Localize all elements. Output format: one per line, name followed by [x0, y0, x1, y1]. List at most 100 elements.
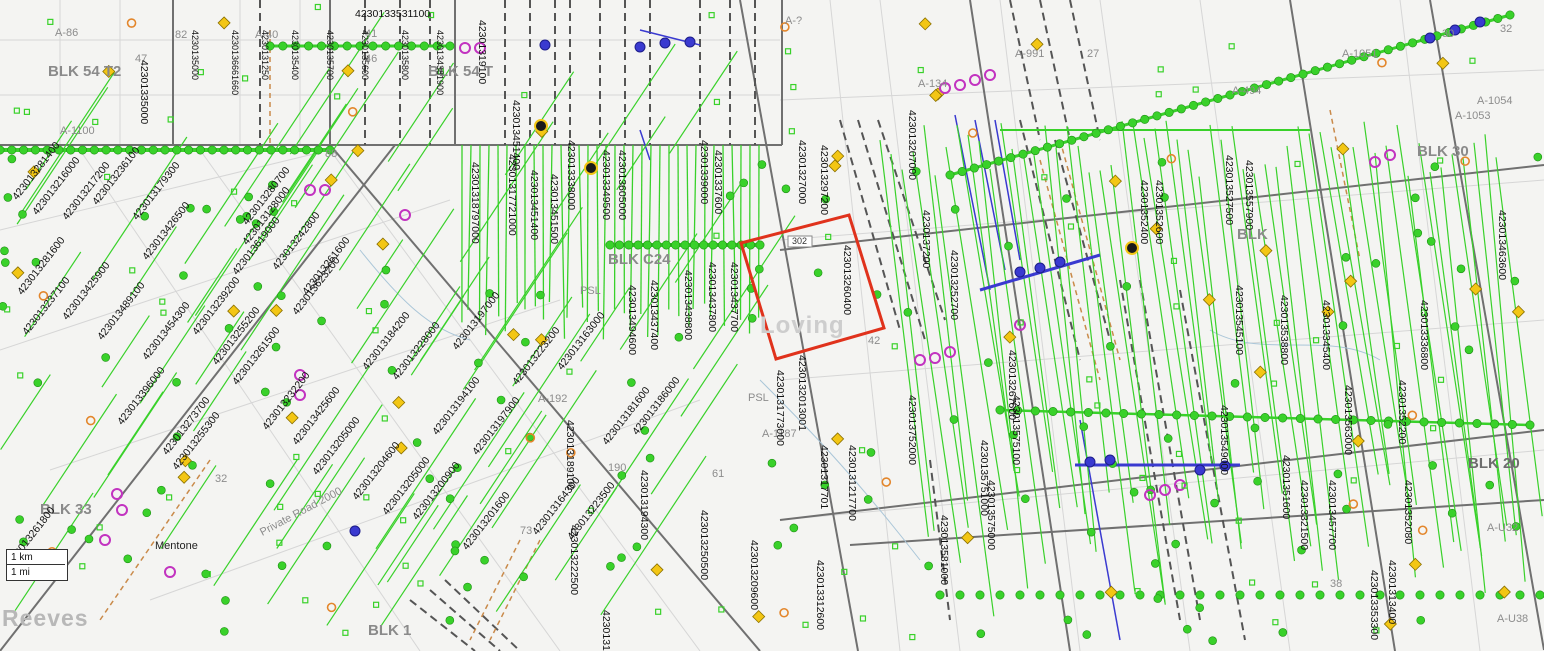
well-id-label[interactable]: 4230133531100	[355, 8, 430, 20]
well-id-label[interactable]: 4230135700	[325, 30, 335, 80]
well-id-label[interactable]: 423013438800	[682, 270, 694, 340]
well-dot	[419, 41, 429, 51]
lateral-line	[1088, 172, 1134, 503]
well-id-label[interactable]: 423013260400	[841, 245, 853, 315]
well-id-label[interactable]: 4230135600	[360, 30, 370, 80]
well-id-label[interactable]: 42301337600	[712, 150, 724, 214]
well-id-label[interactable]: 423013297200	[818, 145, 830, 215]
well-id-label[interactable]: 423013353300	[1368, 570, 1380, 640]
well-id-label[interactable]: 423013605000	[616, 150, 628, 220]
well-dot	[605, 240, 615, 250]
well-id-label[interactable]: 42301319100	[476, 20, 488, 84]
permit-diamond	[376, 237, 390, 251]
well-id-label[interactable]: 42301327000	[796, 140, 808, 204]
orange-well	[779, 607, 789, 618]
well-id-label[interactable]: 42301335000	[138, 60, 150, 124]
well-dot	[984, 358, 993, 367]
well-id-label[interactable]: 4230131773000	[774, 370, 786, 446]
well-id-label[interactable]: 4230134381900	[435, 30, 445, 95]
well-id-label[interactable]: 4230135400	[290, 30, 300, 80]
well-id-label[interactable]: 423013250500	[698, 510, 710, 580]
well-id-label[interactable]: 423013463600	[1496, 210, 1508, 280]
well-id-label[interactable]: 423013527500	[1223, 155, 1235, 225]
well-id-label[interactable]: 42301352400	[1138, 180, 1150, 244]
well-id-label[interactable]: 42301352200	[1396, 380, 1408, 444]
surface-location	[302, 597, 309, 604]
map-view[interactable]: BLK 54 T2 BLK 54 T BLK 33 BLK 1 BLK C24 …	[0, 0, 1544, 651]
well-id-label[interactable]: 423013437400	[648, 280, 660, 350]
well-id-label[interactable]: 42301317721000	[506, 154, 518, 236]
well-dot	[976, 629, 986, 638]
well-id-label[interactable]: 423013199400	[600, 610, 612, 651]
surface-location	[314, 3, 321, 11]
well-id-label[interactable]: 423013321500	[1298, 480, 1310, 550]
well-dot	[67, 525, 76, 534]
well-id-label[interactable]: 42301313400	[1386, 560, 1398, 624]
surface-location	[790, 83, 797, 91]
well-id-label[interactable]: 423013752000	[906, 395, 918, 465]
well-dot	[1048, 406, 1058, 416]
well-id-label[interactable]: 4230131250	[260, 30, 270, 80]
lateral-line	[669, 50, 738, 154]
well-id-label[interactable]: 423013494600	[626, 285, 638, 355]
well-id-label[interactable]: 423013545100	[1233, 285, 1245, 355]
well-id-label[interactable]: 423013312600	[814, 560, 826, 630]
permit-diamond	[177, 470, 191, 484]
well-id-label[interactable]: 423013345400	[1320, 300, 1332, 370]
surface-location	[505, 448, 512, 455]
well-id-label[interactable]: 423013194300	[638, 470, 650, 540]
well-id-label[interactable]: 423013349500	[600, 150, 612, 220]
survey-label: A-?	[785, 15, 803, 27]
well-dot	[813, 268, 823, 278]
well-id-label[interactable]: 4230137200	[920, 210, 932, 268]
well-dot	[243, 145, 253, 155]
lateral-line	[397, 107, 454, 192]
well-id-label[interactable]: 423013581000	[938, 515, 950, 585]
well-id-label[interactable]: 42301352600	[1153, 180, 1165, 244]
well-id-label[interactable]: 42301339000	[698, 140, 710, 204]
well-id-label[interactable]: 423013563000	[1342, 385, 1354, 455]
well-id-label[interactable]: 423013557900	[1243, 160, 1255, 230]
well-dot	[445, 41, 455, 51]
well-id-label[interactable]: 42301351600	[1280, 455, 1292, 519]
well-dot	[265, 479, 275, 488]
well-id-label[interactable]: 423013575100	[1010, 395, 1022, 465]
blue-well	[684, 36, 696, 48]
town-label: Mentone	[155, 540, 198, 552]
well-dot	[15, 515, 24, 524]
survey-label: A-1053	[1455, 110, 1491, 122]
well-dot	[1338, 321, 1348, 330]
well-id-label[interactable]: 423013457700	[1326, 480, 1338, 550]
well-id-label[interactable]: 423013252700	[948, 250, 960, 320]
well-dot	[1411, 193, 1420, 203]
well-id-label[interactable]: 423013451400	[528, 170, 540, 240]
well-dot	[689, 240, 699, 250]
well-id-label[interactable]: 4230136661660	[230, 30, 240, 95]
well-id-label[interactable]: 423013437800	[706, 262, 718, 332]
well-dot	[617, 553, 626, 562]
well-id-label[interactable]: 4230132013001	[796, 355, 808, 431]
well-id-label[interactable]: 4230135800	[400, 30, 410, 80]
well-id-label[interactable]: 423013451500	[548, 174, 560, 244]
well-id-label[interactable]: 423013538800	[1278, 295, 1290, 365]
well-id-label[interactable]: 42301318797000	[469, 162, 481, 244]
well-id-label[interactable]: 42301352080	[1402, 480, 1414, 544]
well-id-label[interactable]: 423013209600	[748, 540, 760, 610]
well-dot	[1030, 406, 1040, 416]
well-id-label[interactable]: 4230131217700	[846, 445, 858, 521]
well-id-label[interactable]: 42301317701	[818, 445, 830, 509]
well-id-label[interactable]: 423013207000	[906, 110, 918, 180]
well-id-label[interactable]: 423013336800	[1418, 300, 1430, 370]
well-dot	[739, 178, 749, 188]
well-id-label[interactable]: 423013549000	[1218, 405, 1230, 475]
surface-location	[79, 563, 86, 570]
survey-label: A-U32	[1487, 522, 1519, 534]
surface-location	[1469, 57, 1476, 64]
well-id-label[interactable]: 423013437700	[728, 262, 740, 332]
lateral-line	[677, 144, 680, 317]
well-dot	[708, 240, 718, 250]
scale-mi: 1 mi	[11, 567, 30, 578]
well-id-label[interactable]: 423013575000	[985, 480, 997, 550]
well-id-label[interactable]: 423013338000	[565, 140, 577, 210]
well-id-label[interactable]: 4230135000	[190, 30, 200, 80]
